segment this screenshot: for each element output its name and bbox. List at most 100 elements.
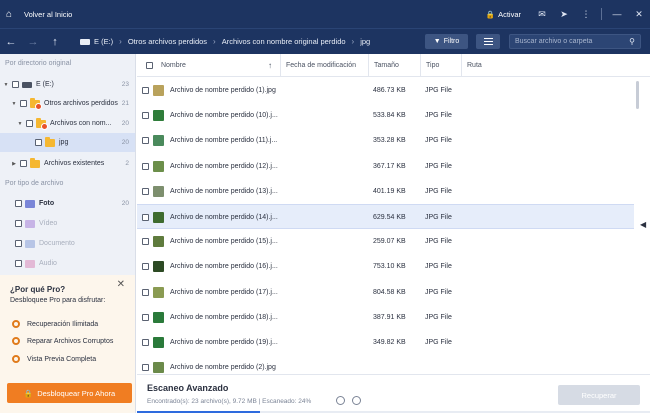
file-size: 353.28 KB bbox=[373, 137, 406, 145]
image-thumbnail-icon bbox=[153, 160, 164, 172]
tree-item-other-lost[interactable]: ▼ Otros archivos perdidos 21 bbox=[0, 94, 135, 113]
minimize-icon[interactable]: — bbox=[606, 9, 628, 19]
pause-icon[interactable] bbox=[352, 396, 361, 405]
table-row[interactable]: Archivo de nombre perdido (19).j... 349.8… bbox=[137, 330, 634, 355]
row-checkbox[interactable] bbox=[142, 214, 149, 221]
more-icon[interactable]: ⋮ bbox=[575, 9, 597, 20]
breadcrumb: E (E:) › Otros archivos perdidos › Archi… bbox=[80, 37, 370, 46]
photo-icon bbox=[25, 199, 35, 208]
unlock-pro-button[interactable]: 🔒 Desbloquear Pro Ahora bbox=[7, 383, 132, 403]
table-row[interactable]: Archivo de nombre perdido (16).j... 753.1… bbox=[137, 254, 634, 279]
scrollbar-thumb[interactable] bbox=[636, 81, 639, 109]
row-checkbox[interactable] bbox=[142, 137, 149, 145]
sort-arrow-icon[interactable]: ↑ bbox=[268, 54, 272, 77]
table-row[interactable]: Archivo de nombre perdido (14).j... 629.5… bbox=[137, 204, 634, 229]
expand-caret-icon[interactable]: ▶ bbox=[11, 161, 17, 167]
drive-icon bbox=[22, 81, 32, 88]
lock-icon: 🔒 bbox=[23, 388, 34, 398]
checkbox[interactable] bbox=[15, 200, 22, 207]
back-home-link[interactable]: Volver al Inicio bbox=[24, 10, 72, 19]
breadcrumb-jpg[interactable]: jpg bbox=[360, 37, 370, 46]
checkbox[interactable] bbox=[12, 81, 19, 88]
divider bbox=[601, 8, 602, 20]
column-size[interactable]: Tamaño bbox=[368, 54, 420, 77]
table-row[interactable]: Archivo de nombre perdido (11).j... 353.2… bbox=[137, 128, 634, 153]
share-icon[interactable]: ➤ bbox=[553, 9, 575, 20]
file-name: Archivo de nombre perdido (16).j... bbox=[170, 263, 278, 271]
table-row[interactable]: Archivo de nombre perdido (13).j... 401.1… bbox=[137, 179, 634, 204]
close-icon[interactable]: ✕ bbox=[628, 9, 650, 20]
column-modified[interactable]: Fecha de modificación bbox=[280, 54, 368, 77]
table-row[interactable]: Archivo de nombre perdido (1).jpg 486.73 … bbox=[137, 78, 634, 103]
back-home-icon[interactable]: ⌂ bbox=[6, 9, 20, 20]
search-input[interactable]: Buscar archivo o carpeta ⚲ bbox=[509, 34, 641, 49]
image-thumbnail-icon bbox=[153, 212, 164, 223]
recover-button[interactable]: Recuperar bbox=[558, 385, 640, 405]
row-checkbox[interactable] bbox=[142, 238, 149, 246]
checkbox[interactable] bbox=[15, 220, 22, 227]
row-checkbox[interactable] bbox=[142, 112, 149, 120]
row-checkbox[interactable] bbox=[142, 162, 149, 170]
type-item-photo[interactable]: Foto 20 bbox=[0, 194, 135, 213]
type-item-video[interactable]: Vídeo bbox=[0, 214, 135, 233]
collapse-caret-icon[interactable]: ▼ bbox=[11, 101, 17, 107]
row-checkbox[interactable] bbox=[142, 187, 149, 195]
tree-item-jpg[interactable]: jpg 20 bbox=[0, 133, 135, 152]
row-checkbox[interactable] bbox=[142, 313, 149, 321]
select-all-checkbox[interactable] bbox=[146, 61, 153, 69]
table-row[interactable]: Archivo de nombre perdido (12).j... 367.1… bbox=[137, 154, 634, 179]
file-type: JPG File bbox=[425, 288, 452, 296]
search-icon[interactable]: ⚲ bbox=[629, 37, 635, 46]
breadcrumb-other-lost[interactable]: Otros archivos perdidos bbox=[128, 37, 207, 46]
checkbox[interactable] bbox=[15, 240, 22, 247]
close-icon[interactable]: ✕ bbox=[117, 279, 125, 290]
scan-status-bar: Escaneo Avanzado Encontrado(s): 23 archi… bbox=[137, 374, 650, 413]
row-checkbox[interactable] bbox=[142, 87, 149, 94]
collapse-caret-icon[interactable]: ▼ bbox=[17, 121, 23, 127]
row-checkbox[interactable] bbox=[142, 364, 149, 372]
activate-button[interactable]: 🔒 Activar bbox=[486, 10, 521, 19]
image-thumbnail-icon bbox=[153, 110, 164, 122]
menu-button[interactable] bbox=[476, 34, 500, 49]
feedback-icon[interactable]: ✉ bbox=[531, 9, 553, 20]
row-checkbox[interactable] bbox=[142, 288, 149, 296]
tree-item-drive[interactable]: ▼ E (E:) 23 bbox=[0, 75, 135, 94]
collapse-caret-icon[interactable]: ▼ bbox=[3, 82, 9, 88]
checkbox[interactable] bbox=[20, 100, 27, 107]
breadcrumb-drive[interactable]: E (E:) bbox=[94, 37, 113, 46]
lock-icon: 🔒 bbox=[485, 9, 496, 19]
image-thumbnail-icon bbox=[153, 362, 164, 374]
back-arrow-icon[interactable]: ← bbox=[0, 36, 22, 48]
checkbox[interactable] bbox=[26, 120, 33, 127]
file-type: JPG File bbox=[425, 263, 452, 271]
file-size: 387.91 KB bbox=[373, 313, 406, 321]
checkbox[interactable] bbox=[35, 139, 42, 146]
breadcrumb-lost-name[interactable]: Archivos con nombre original perdido bbox=[222, 37, 346, 46]
image-thumbnail-icon bbox=[153, 85, 164, 96]
tree-item-existing[interactable]: ▶ Archivos existentes 2 bbox=[0, 154, 135, 173]
preview-icon bbox=[12, 355, 20, 363]
filter-button[interactable]: ▼ Filtro bbox=[425, 34, 468, 49]
preview-toggle-icon[interactable]: ◀ bbox=[640, 220, 646, 229]
forward-arrow-icon[interactable]: → bbox=[22, 36, 44, 48]
column-type[interactable]: Tipo bbox=[420, 54, 461, 77]
table-row[interactable]: Archivo de nombre perdido (10).j... 533.8… bbox=[137, 103, 634, 128]
tree-item-lost-name[interactable]: ▼ Archivos con nom... 20 bbox=[0, 114, 135, 133]
type-item-document[interactable]: Documento bbox=[0, 234, 135, 253]
up-arrow-icon[interactable]: ↑ bbox=[44, 36, 66, 48]
image-thumbnail-icon bbox=[153, 337, 164, 348]
type-item-audio[interactable]: Audio bbox=[0, 254, 135, 273]
row-checkbox[interactable] bbox=[142, 263, 149, 271]
stop-icon[interactable] bbox=[336, 396, 345, 405]
column-path[interactable]: Ruta bbox=[461, 54, 635, 77]
file-type: JPG File bbox=[425, 137, 452, 145]
checkbox[interactable] bbox=[15, 260, 22, 267]
column-name[interactable]: Nombre ↑ bbox=[137, 54, 280, 77]
image-thumbnail-icon bbox=[153, 135, 164, 147]
row-checkbox[interactable] bbox=[142, 339, 149, 346]
table-row[interactable]: Archivo de nombre perdido (18).j... 387.9… bbox=[137, 305, 634, 330]
table-row[interactable]: Archivo de nombre perdido (17).j... 804.5… bbox=[137, 280, 634, 305]
table-row[interactable]: Archivo de nombre perdido (15).j... 259.0… bbox=[137, 229, 634, 254]
file-list: Nombre ↑ Fecha de modificación Tamaño Ti… bbox=[137, 54, 650, 374]
checkbox[interactable] bbox=[20, 160, 27, 167]
